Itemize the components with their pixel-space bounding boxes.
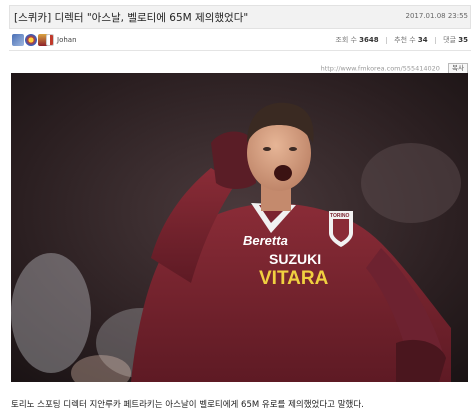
post-stats: 조회 수 3648 추천 수 34 댓글 35 (335, 35, 468, 45)
post-image: Beretta SUZUKI VITARA TORINO (11, 73, 468, 382)
jersey-sponsor-1: Beretta (243, 233, 288, 248)
player-photo: Beretta SUZUKI VITARA TORINO (11, 73, 468, 382)
crest-text: TORINO (330, 213, 349, 219)
author-name[interactable]: Johan (57, 36, 77, 44)
recommend-count: 34 (417, 36, 428, 44)
divider (385, 36, 387, 44)
comments-count: 35 (458, 36, 468, 44)
views-count: 3648 (359, 36, 379, 44)
jersey-sponsor-2: SUZUKI (269, 251, 321, 267)
post-meta-bar: Johan 조회 수 3648 추천 수 34 댓글 35 (9, 29, 471, 51)
team-badge-icon (25, 34, 37, 46)
recommend-label: 추천 수 (394, 36, 416, 44)
post-header: [스퀴카] 디렉터 "아스날, 벨로티에 65M 제의했었다" 2017.01.… (9, 5, 471, 29)
post-title[interactable]: [스퀴카] 디렉터 "아스날, 벨로티에 65M 제의했었다" (14, 10, 248, 25)
comments-label: 댓글 (443, 36, 457, 44)
post-url[interactable]: http://www.fmkorea.com/555414020 (321, 65, 440, 73)
level-icon (12, 34, 24, 46)
jersey-sponsor-3: VITARA (259, 268, 329, 289)
divider (434, 36, 436, 44)
post-caption: 토리노 스포팅 디렉터 지안루카 페트라키는 아스날이 벨로티에게 65M 유로… (11, 400, 364, 410)
post-date: 2017.01.08 23:55 (405, 12, 468, 20)
flag-icon (46, 34, 54, 46)
views-label: 조회 수 (335, 36, 357, 44)
post-url-bar: http://www.fmkorea.com/555414020 복사 (321, 58, 468, 74)
